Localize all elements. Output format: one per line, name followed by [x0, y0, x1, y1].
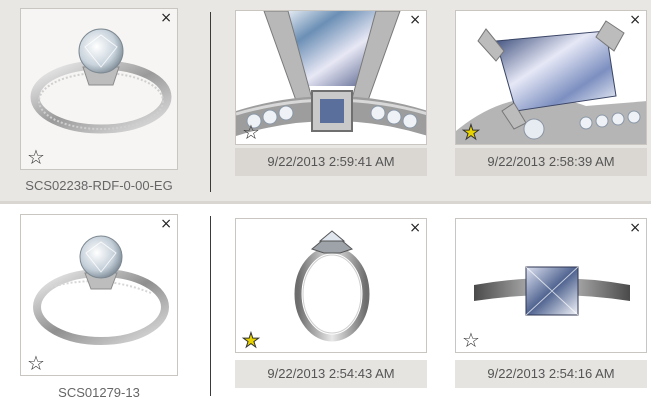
photo-thumbnail[interactable]: × ★ — [235, 218, 427, 353]
product-code: SCS01279-13 — [58, 385, 140, 400]
close-icon[interactable]: × — [629, 221, 641, 235]
ring-princess-stone-icon — [456, 20, 646, 144]
close-icon[interactable]: × — [629, 13, 641, 27]
ring-top-view-icon — [474, 266, 630, 316]
close-icon[interactable]: × — [409, 13, 421, 27]
photo-thumbnail[interactable]: × ☆ — [235, 10, 427, 145]
main-product-tile[interactable]: × ☆ — [20, 8, 178, 170]
product-code: SCS02238-RDF-0-00-EG — [25, 178, 173, 193]
photo-timestamp: 9/22/2013 2:54:43 AM — [235, 360, 427, 388]
ring-prong-closeup-icon — [236, 11, 426, 136]
photo-thumbnail[interactable]: × ☆ — [455, 218, 647, 353]
photo-timestamp: 9/22/2013 2:58:39 AM — [455, 148, 647, 176]
star-outline-icon[interactable]: ☆ — [462, 330, 480, 350]
product-row: × ☆ SCS02238-RDF-0-00-EG × ☆ 9/22/2013 2… — [0, 0, 651, 201]
close-icon[interactable]: × — [160, 11, 172, 25]
star-filled-icon[interactable]: ★ — [242, 330, 261, 351]
divider — [210, 216, 211, 396]
photo-timestamp: 9/22/2013 2:54:16 AM — [455, 360, 647, 388]
close-icon[interactable]: × — [409, 221, 421, 235]
main-product-tile[interactable]: × ☆ — [20, 214, 178, 376]
star-filled-icon[interactable]: ★ — [462, 122, 481, 143]
photo-thumbnail[interactable]: × ★ — [455, 10, 647, 145]
photo-timestamp: 9/22/2013 2:59:41 AM — [235, 148, 427, 176]
divider — [210, 12, 211, 192]
star-outline-icon[interactable]: ☆ — [242, 122, 260, 142]
star-outline-icon[interactable]: ☆ — [27, 353, 45, 373]
product-row: × ☆ SCS01279-13 × ★ 9/22/2013 2:54:43 AM — [0, 201, 651, 402]
ring-side-view-icon — [294, 230, 370, 342]
close-icon[interactable]: × — [160, 217, 172, 231]
star-outline-icon[interactable]: ☆ — [27, 147, 45, 167]
